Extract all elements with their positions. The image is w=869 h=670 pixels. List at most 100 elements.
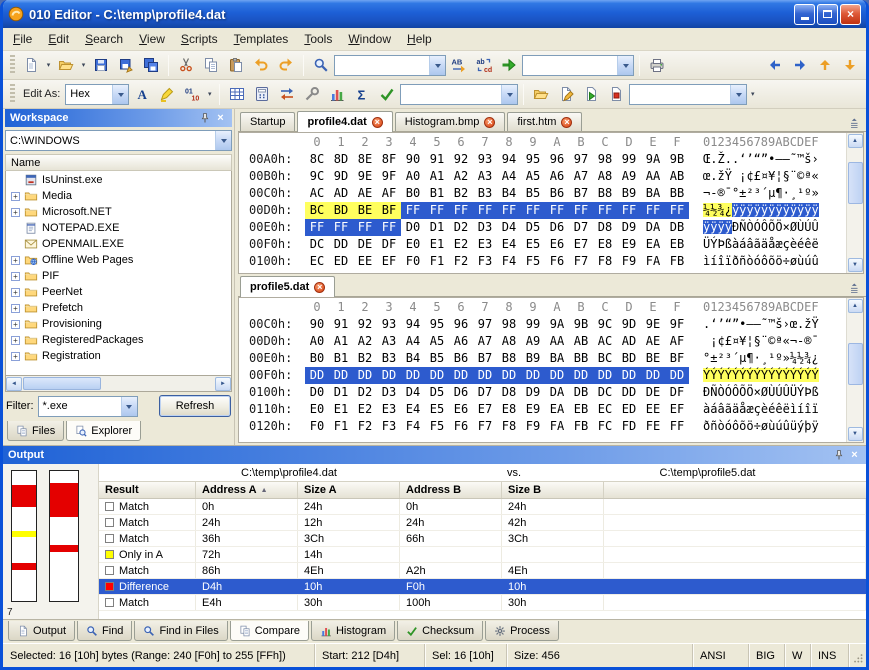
hex-byte[interactable]: F4 [401, 418, 425, 435]
expander-icon[interactable]: + [11, 303, 20, 313]
ascii-char[interactable]: š [804, 152, 811, 166]
hex-byte[interactable]: EE [641, 401, 665, 418]
hex-byte[interactable]: FF [473, 202, 497, 219]
highlight-button[interactable] [155, 82, 179, 106]
ascii-char[interactable]: Ý [775, 368, 783, 382]
ascii-char[interactable]: › [812, 152, 819, 166]
hex-byte[interactable]: E2 [449, 236, 473, 253]
tree-horizontal-scrollbar[interactable]: ◄ ► [5, 376, 232, 392]
hex-byte[interactable]: 99 [617, 151, 641, 168]
hex-byte[interactable]: A4 [497, 168, 521, 185]
ascii-char[interactable]: “ [754, 152, 761, 166]
hex-byte[interactable]: F0 [305, 418, 329, 435]
hex-byte[interactable]: FA [545, 418, 569, 435]
hex-byte[interactable]: D3 [473, 219, 497, 236]
menu-file[interactable]: File [5, 29, 40, 49]
ascii-char[interactable]: ¿ [812, 351, 819, 365]
ascii-char[interactable]: ç [754, 402, 761, 416]
hex-byte[interactable]: E7 [569, 236, 593, 253]
tree-item-prefetch[interactable]: + Prefetch [6, 300, 231, 316]
hex-byte[interactable]: 8D [329, 151, 353, 168]
tab-profile4-dat[interactable]: profile4.dat × [297, 111, 393, 132]
hex-byte[interactable]: DD [329, 236, 353, 253]
hex-byte[interactable]: A5 [425, 333, 449, 350]
operation-input[interactable] [400, 83, 519, 105]
hex-byte[interactable]: EF [377, 253, 401, 270]
ascii-char[interactable]: Ý [753, 368, 761, 382]
ascii-char[interactable]: Ý [789, 368, 798, 382]
hex-byte[interactable]: DA [641, 219, 665, 236]
save-all-button[interactable] [139, 53, 163, 77]
hex-byte[interactable]: B3 [377, 350, 401, 367]
ascii-char[interactable]: Þ [804, 385, 811, 399]
hex-byte[interactable]: A0 [305, 333, 329, 350]
hex-byte[interactable]: A1 [425, 168, 449, 185]
hex-byte[interactable]: F7 [473, 418, 497, 435]
edit-as-select[interactable]: Hex [65, 83, 130, 105]
hex-byte[interactable]: 97 [569, 151, 593, 168]
hex-byte[interactable]: EE [353, 253, 377, 270]
output-close-icon[interactable]: × [848, 449, 861, 462]
workspace-tab-files[interactable]: Files [7, 421, 65, 441]
hex-byte[interactable]: FF [449, 202, 473, 219]
hex-byte[interactable]: EA [641, 236, 665, 253]
resize-grip[interactable] [849, 644, 866, 667]
checksum-tool-button[interactable] [375, 82, 399, 106]
hex-byte[interactable]: FF [641, 202, 665, 219]
hex-byte[interactable]: BA [545, 350, 569, 367]
ascii-char[interactable]: Ý [717, 368, 725, 382]
compare-row[interactable]: Match 36h 3Ch 66h 3Ch [99, 531, 866, 547]
hex-byte[interactable]: 91 [329, 316, 353, 333]
hex-byte[interactable]: DD [521, 367, 545, 384]
hex-byte[interactable]: FB [569, 418, 593, 435]
ascii-char[interactable]: ã [754, 237, 761, 251]
ascii-char[interactable]: ÿ [811, 203, 819, 217]
hex-byte[interactable]: A6 [449, 333, 473, 350]
ascii-char[interactable]: ¦ [775, 169, 782, 183]
ascii-char[interactable]: ó [725, 419, 732, 433]
hex-byte[interactable]: BD [329, 202, 353, 219]
ascii-char[interactable]: ò [746, 254, 753, 268]
ascii-char[interactable]: › [783, 317, 790, 331]
tab-profile5-dat[interactable]: profile5.dat × [240, 276, 336, 297]
ascii-char[interactable]: ú [775, 419, 782, 433]
hex-byte[interactable]: A9 [521, 333, 545, 350]
ascii-char[interactable]: § [754, 334, 761, 348]
hex-byte[interactable]: B4 [401, 350, 425, 367]
find-button[interactable] [309, 53, 333, 77]
expander-icon[interactable]: + [11, 335, 20, 345]
hex-byte[interactable]: 92 [449, 151, 473, 168]
hex-byte[interactable]: E8 [593, 236, 617, 253]
hex-byte[interactable]: B2 [353, 350, 377, 367]
ascii-char[interactable]: Ý [782, 368, 790, 382]
ascii-char[interactable]: ¾ [717, 203, 725, 217]
histogram-tool-button[interactable] [325, 82, 349, 106]
hex-byte[interactable]: DD [497, 367, 521, 384]
hex-byte[interactable]: A2 [449, 168, 473, 185]
goto-button[interactable] [497, 53, 521, 77]
hex-byte[interactable]: D7 [569, 219, 593, 236]
hex-byte[interactable]: D9 [521, 384, 545, 401]
copy-button[interactable] [199, 53, 223, 77]
panel-stack-button[interactable] [848, 279, 863, 296]
ascii-char[interactable]: « [783, 334, 790, 348]
hex-byte[interactable]: BF [665, 350, 689, 367]
goto-input[interactable] [522, 54, 634, 76]
hex-byte[interactable]: AA [641, 168, 665, 185]
ascii-char[interactable]: ² [746, 186, 753, 200]
hex-byte[interactable]: E3 [377, 401, 401, 418]
hex-byte[interactable]: B5 [521, 185, 545, 202]
ascii-char[interactable]: ÿ [753, 203, 761, 217]
hex-byte[interactable]: 93 [473, 151, 497, 168]
scroll-thumb[interactable] [847, 343, 863, 385]
menu-window[interactable]: Window [340, 29, 399, 49]
panel-stack-button[interactable] [848, 114, 863, 131]
hex-byte[interactable]: EA [545, 401, 569, 418]
hex-byte[interactable]: A1 [329, 333, 353, 350]
hex-byte[interactable]: 9F [377, 168, 401, 185]
hex-byte[interactable]: D6 [449, 384, 473, 401]
hex-byte[interactable]: 95 [425, 316, 449, 333]
hex-byte[interactable]: DF [377, 236, 401, 253]
hex-byte[interactable]: A5 [521, 168, 545, 185]
hex-byte[interactable]: B7 [569, 185, 593, 202]
